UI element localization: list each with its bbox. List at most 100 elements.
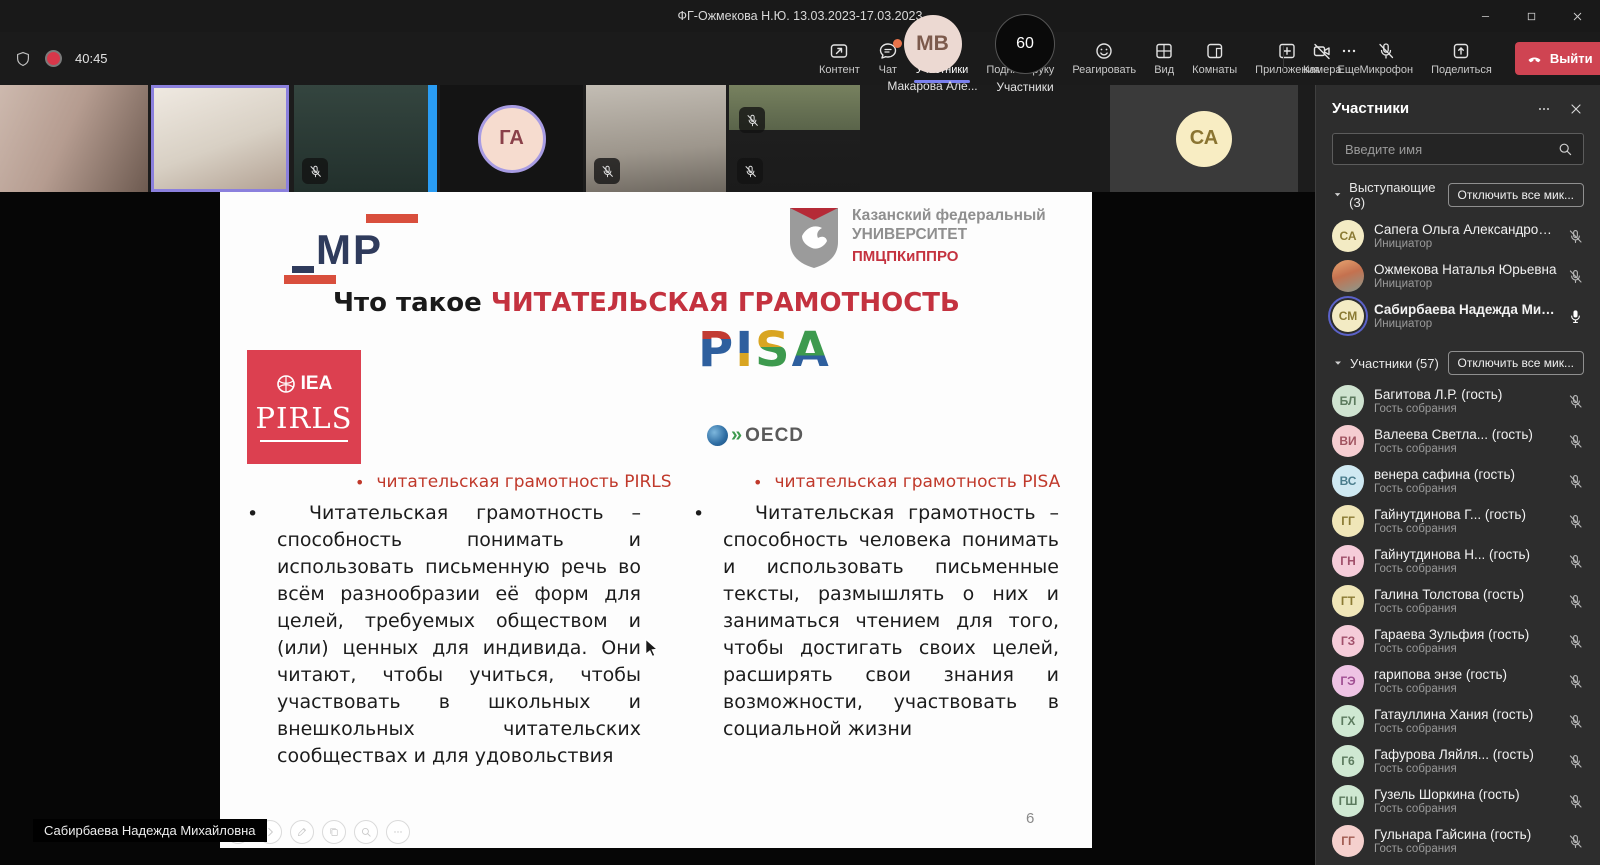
participant-row[interactable]: БЛ Багитова Л.Р. (гость) Гость собрания [1316, 381, 1600, 421]
speakers-section-label: Выступающие (3) [1349, 180, 1447, 210]
mic-muted-icon[interactable] [1567, 433, 1584, 450]
participant-row[interactable]: Ожмекова Наталья Юрьевна Инициатор [1316, 256, 1600, 296]
mic-muted-icon[interactable] [1567, 633, 1584, 650]
slide-page-number: 6 [1026, 810, 1034, 827]
mic-muted-icon[interactable] [1567, 673, 1584, 690]
toolbar-item[interactable]: Комнаты [1183, 32, 1246, 85]
pirls-underline [260, 440, 348, 442]
minimize-button[interactable] [1462, 0, 1508, 32]
pirls-bullet-text: читательская грамотность PIRLS [376, 472, 671, 492]
participant-row[interactable]: ГГ Гайнутдинова Г... (гость) Гость собра… [1316, 501, 1600, 541]
oecd-chevrons: » [731, 424, 740, 447]
maximize-button[interactable] [1508, 0, 1554, 32]
toolbar-item-icon [829, 41, 849, 61]
participants-section-header: Участники (57) Отключить все мик... [1316, 351, 1600, 375]
more-options-icon[interactable] [1536, 101, 1552, 117]
participant-role: Гость собрания [1374, 403, 1557, 415]
avatar: ГТ [1332, 585, 1364, 617]
search-input[interactable] [1343, 141, 1557, 158]
participant-role: Инициатор [1374, 318, 1557, 330]
mic-status-icon[interactable] [1567, 308, 1584, 325]
mic-status-icon[interactable] [1567, 228, 1584, 245]
avatar-initials: ГГ [1341, 834, 1355, 848]
speakers-section-toggle[interactable]: Выступающие (3) [1332, 180, 1448, 210]
pirls-definition-text: Читательская грамотность – способность п… [277, 500, 641, 770]
search-icon [1557, 141, 1573, 157]
participant-row[interactable]: ГЭ гарипова энзе (гость) Гость собрания [1316, 661, 1600, 701]
mute-all-button[interactable]: Отключить все мик... [1448, 351, 1584, 375]
overflow-participant[interactable]: МВ Макарова Але... [880, 0, 985, 107]
mouse-cursor [644, 638, 660, 658]
avatar: ГГ [1332, 505, 1364, 537]
close-button[interactable] [1554, 0, 1600, 32]
slide-control-button[interactable] [290, 820, 314, 844]
mp-logo: МР [290, 214, 410, 286]
participant-row[interactable]: СА Сапега Ольга Александровна Инициатор [1316, 216, 1600, 256]
video-tile[interactable] [729, 85, 860, 192]
avatar-initials: БЛ [1340, 394, 1357, 408]
video-tile[interactable]: СА [1110, 85, 1298, 192]
avatar-initials: МВ [916, 32, 949, 56]
mic-muted-icon[interactable] [1567, 393, 1584, 410]
mic-muted-icon[interactable] [1567, 593, 1584, 610]
slide-control-button[interactable] [386, 820, 410, 844]
participants-count-tile[interactable]: 60 Участники [985, 0, 1065, 107]
pisa-letter: P [698, 322, 735, 378]
toolbar-item[interactable]: Контент [810, 32, 869, 85]
toolbar-item-icon [1154, 41, 1174, 61]
close-panel-icon[interactable] [1568, 101, 1584, 117]
video-tile[interactable]: ГА [440, 85, 583, 192]
mic-muted-icon[interactable] [1567, 793, 1584, 810]
leave-button-main[interactable]: Выйти [1515, 50, 1600, 67]
participant-row[interactable]: Г6 Гафурова Ляйля... (гость) Гость собра… [1316, 741, 1600, 781]
oecd-label: OECD [745, 425, 804, 447]
pisa-logo: PISA [698, 322, 831, 378]
participant-row[interactable]: ВС венера сафина (гость) Гость собрания [1316, 461, 1600, 501]
participant-row[interactable]: ГЗ Гараева Зульфия (гость) Гость собрани… [1316, 621, 1600, 661]
mic-muted-icon[interactable] [1567, 513, 1584, 530]
mic-status-icon[interactable] [1567, 268, 1584, 285]
participant-info: Багитова Л.Р. (гость) Гость собрания [1374, 387, 1557, 415]
participant-info: Галина Толстова (гость) Гость собрания [1374, 587, 1557, 615]
toolbar-item[interactable]: Микрофон [1350, 41, 1422, 76]
participant-info: Гузель Шоркина (гость) Гость собрания [1374, 787, 1557, 815]
video-tile[interactable] [0, 85, 148, 192]
mic-muted-icon[interactable] [1567, 473, 1584, 490]
avatar: ГШ [1332, 785, 1364, 817]
mic-muted-icon[interactable] [1567, 713, 1584, 730]
video-tile[interactable] [586, 85, 726, 192]
mic-muted-icon[interactable] [1567, 553, 1584, 570]
search-box[interactable] [1332, 133, 1584, 165]
participant-role: Инициатор [1374, 278, 1557, 290]
mic-muted-icon[interactable] [1567, 833, 1584, 850]
participant-info: Гайнутдинова Н... (гость) Гость собрания [1374, 547, 1557, 575]
leave-button[interactable]: Выйти [1515, 42, 1600, 75]
toolbar-item-label: Камера [1303, 64, 1341, 76]
left-column: • Читательская грамотность – способность… [247, 500, 641, 770]
toolbar-item[interactable]: Камера [1294, 41, 1350, 76]
participant-row[interactable]: СМ Сабирбаева Надежда Михайл... Инициато… [1316, 296, 1600, 336]
participant-role: Гость собрания [1374, 643, 1557, 655]
participant-row[interactable]: ГХ Гатауллина Хания (гость) Гость собран… [1316, 701, 1600, 741]
shield-icon [14, 50, 32, 68]
toolbar-item[interactable]: Вид [1145, 32, 1183, 85]
video-tile[interactable] [151, 85, 289, 192]
participant-row[interactable]: ГТ Галина Толстова (гость) Гость собрани… [1316, 581, 1600, 621]
participant-row[interactable]: ГХ Гулюза Хабипова (гость) Гость собрани… [1316, 861, 1600, 865]
participant-row[interactable]: ГШ Гузель Шоркина (гость) Гость собрания [1316, 781, 1600, 821]
pisa-letter: S [755, 322, 792, 378]
toolbar-item[interactable]: Поделиться [1422, 41, 1501, 76]
slide-control-button[interactable] [354, 820, 378, 844]
mute-all-button[interactable]: Отключить все мик... [1448, 183, 1584, 207]
participant-row[interactable]: ГГ Гульнара Гайсина (гость) Гость собран… [1316, 821, 1600, 861]
mic-muted-icon[interactable] [1567, 753, 1584, 770]
participant-row[interactable]: ГН Гайнутдинова Н... (гость) Гость собра… [1316, 541, 1600, 581]
toolbar-item[interactable]: Реагировать [1063, 32, 1145, 85]
participant-row[interactable]: ВИ Валеева Светла... (гость) Гость собра… [1316, 421, 1600, 461]
video-tile[interactable] [294, 85, 437, 192]
participants-section-toggle[interactable]: Участники (57) [1332, 356, 1439, 371]
slide-title-black: Что такое [333, 288, 491, 318]
speakers-section-header: Выступающие (3) Отключить все мик... [1316, 180, 1600, 210]
slide-control-button[interactable] [322, 820, 346, 844]
avatar: СА [1176, 111, 1232, 167]
